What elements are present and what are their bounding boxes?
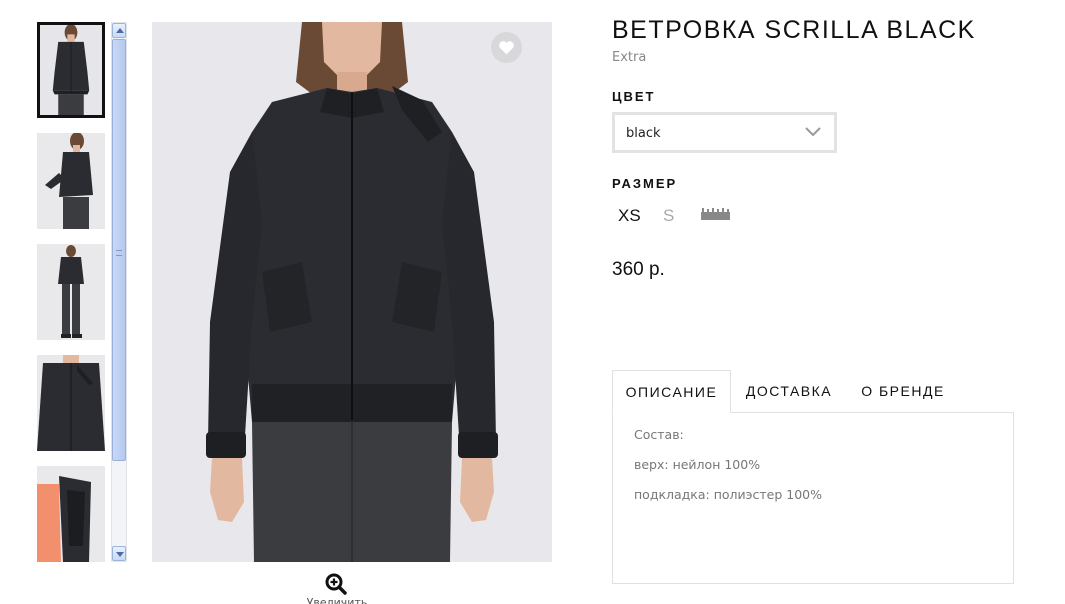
zoom-label[interactable]: Увеличить [306, 596, 368, 604]
description-panel: Состав: верх: нейлон 100% подкладка: пол… [612, 412, 1014, 584]
chevron-down-icon [805, 127, 821, 137]
thumbnail-full-length[interactable] [37, 244, 105, 340]
thumbnail-scrollbar[interactable] [111, 22, 127, 562]
thumbnail-side[interactable] [37, 133, 105, 229]
composition-heading: Состав: [634, 427, 684, 442]
size-label: РАЗМЕР [612, 176, 678, 191]
size-option-xs[interactable]: XS [618, 206, 641, 226]
thumbnail-list [37, 22, 107, 562]
composition-outer: верх: нейлон 100% [634, 457, 761, 472]
zoom-in-icon[interactable] [325, 573, 347, 595]
product-price: 360 р. [612, 259, 665, 280]
tab-brand[interactable]: О БРЕНДЕ [853, 370, 953, 413]
tab-description[interactable]: ОПИСАНИЕ [612, 370, 731, 413]
scroll-down-button[interactable] [112, 546, 126, 561]
color-label: ЦВЕТ [612, 89, 656, 104]
product-brand[interactable]: Extra [612, 50, 646, 65]
size-option-s[interactable]: S [663, 206, 674, 226]
main-product-image[interactable] [152, 22, 552, 562]
scroll-up-button[interactable] [112, 23, 126, 38]
thumbnail-closeup[interactable] [37, 355, 105, 451]
heart-icon [499, 41, 514, 55]
scrollbar-thumb[interactable] [112, 39, 126, 461]
favorite-button[interactable] [491, 32, 522, 63]
product-title: ВЕТРОВКА SCRILLA BLACK [612, 16, 976, 44]
color-select[interactable]: black [612, 112, 837, 153]
tab-delivery[interactable]: ДОСТАВКА [735, 370, 843, 413]
color-select-value: black [626, 126, 661, 141]
composition-lining: подкладка: полиэстер 100% [634, 487, 822, 502]
thumbnail-front[interactable] [37, 22, 105, 118]
ruler-icon[interactable] [701, 208, 730, 220]
thumbnail-lining[interactable] [37, 466, 105, 562]
